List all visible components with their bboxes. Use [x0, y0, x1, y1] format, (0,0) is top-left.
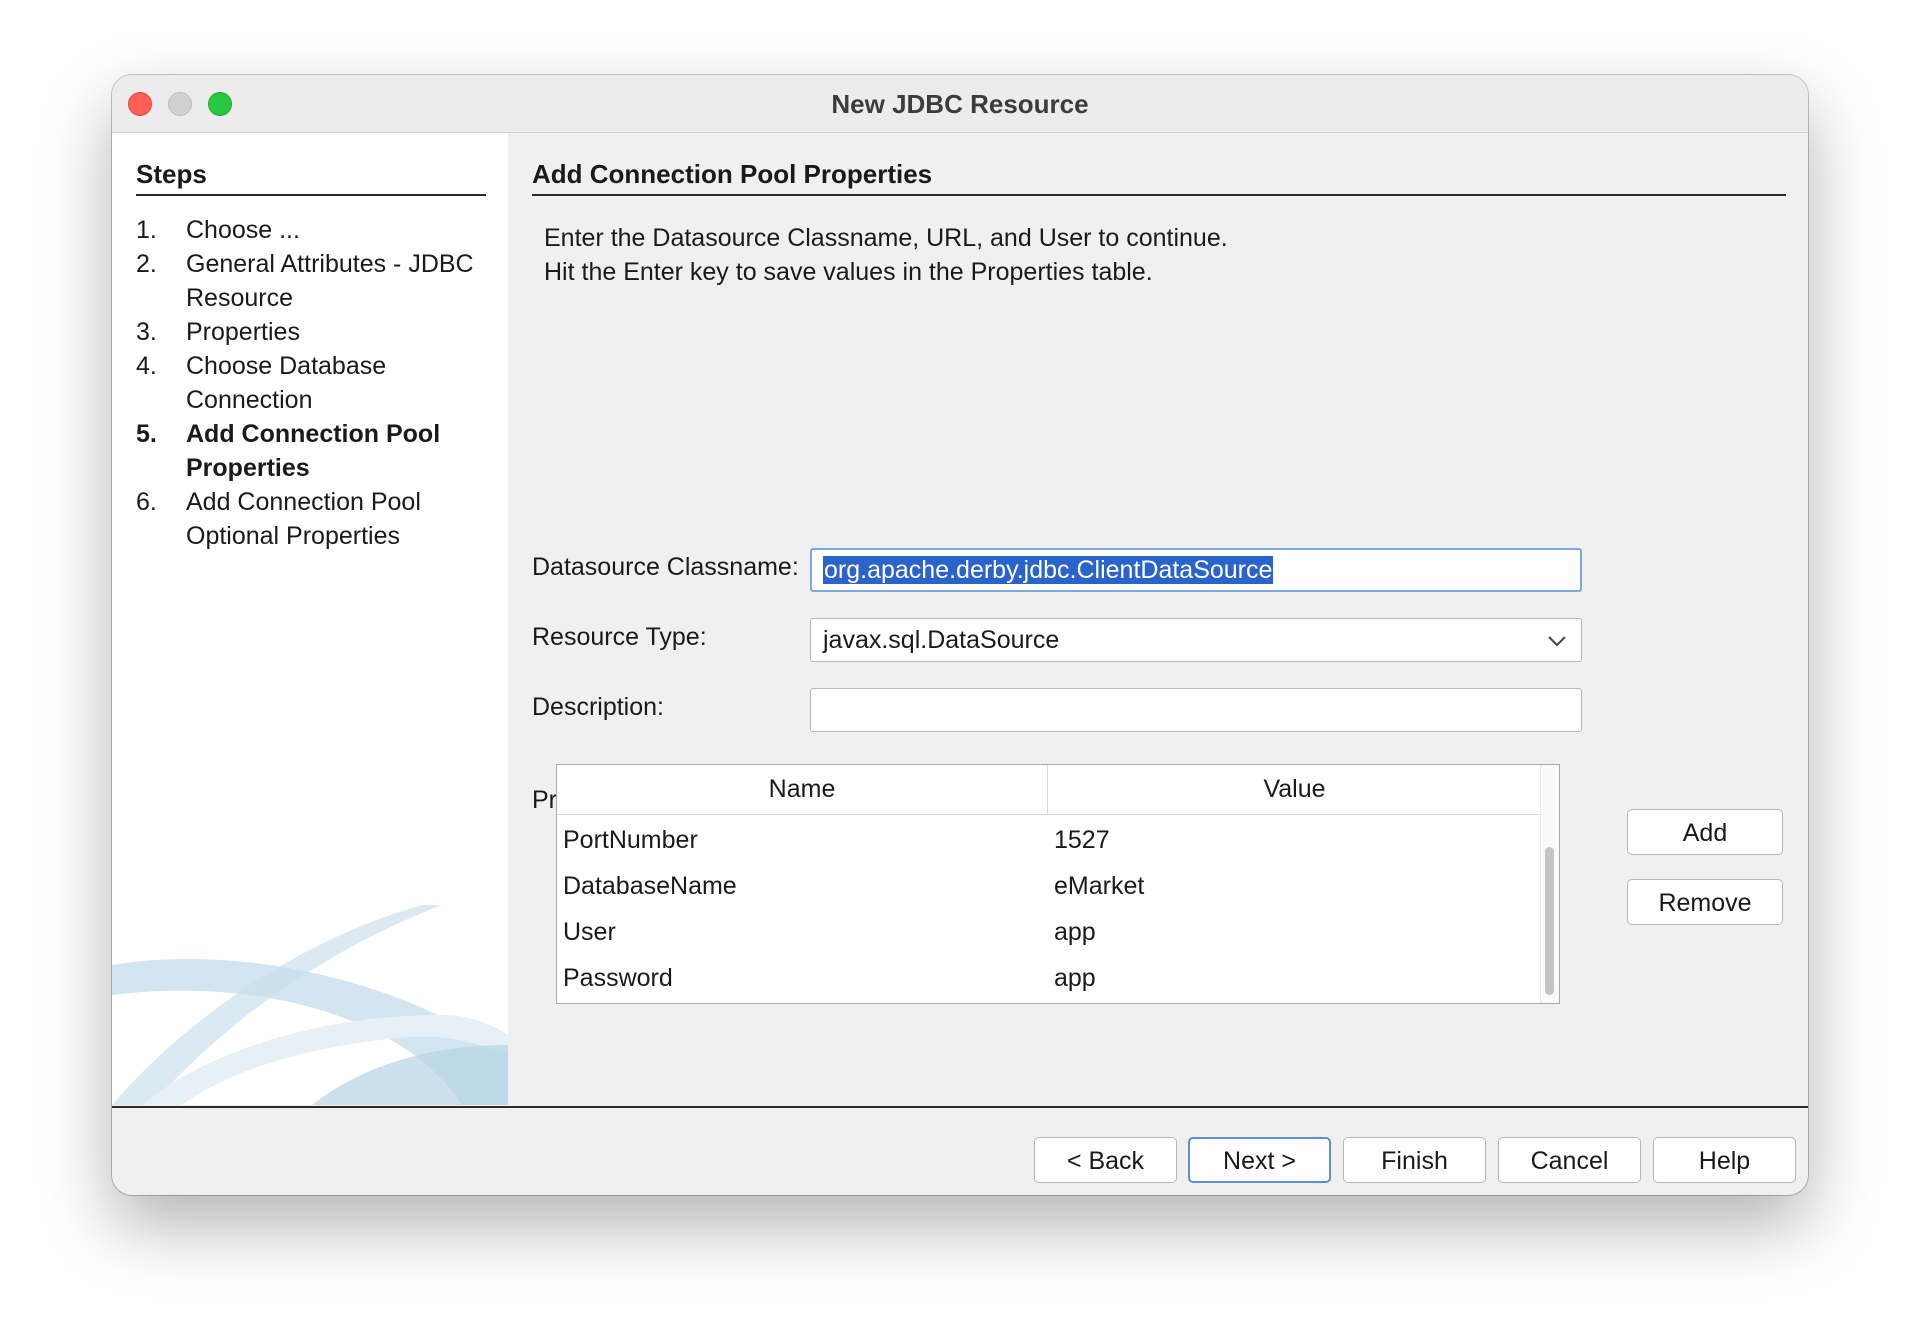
column-header-value[interactable]: Value	[1048, 765, 1541, 814]
cell-name[interactable]: DatabaseName	[563, 863, 737, 909]
window-title: New JDBC Resource	[831, 89, 1089, 119]
cell-value[interactable]: eMarket	[1054, 863, 1144, 909]
steps-header: Steps	[136, 159, 486, 196]
finish-button[interactable]: Finish	[1343, 1137, 1486, 1183]
step-number: 1.	[136, 216, 157, 244]
decorative-swoosh	[112, 905, 508, 1105]
cell-name[interactable]: Password	[563, 955, 673, 1001]
add-property-button[interactable]: Add	[1627, 809, 1783, 855]
description-field[interactable]	[810, 688, 1582, 732]
step-item: 2. General Attributes - JDBC Resource	[136, 247, 496, 315]
datasource-classname-label: Datasource Classname:	[532, 553, 799, 581]
instruction-line-2: Hit the Enter key to save values in the …	[544, 258, 1153, 286]
step-label: Add Connection Pool Properties	[186, 420, 441, 482]
table-row[interactable]: PortNumber 1527	[557, 817, 1541, 863]
step-item-current: 5. Add Connection Pool Properties	[136, 417, 496, 485]
step-label: Choose Database Connection	[186, 352, 387, 414]
step-label: Choose ...	[186, 216, 300, 244]
step-number: 6.	[136, 488, 157, 516]
column-header-name[interactable]: Name	[557, 765, 1048, 814]
dialog-window: New JDBC Resource Steps 1. Choose ... 2.…	[112, 75, 1808, 1195]
help-button[interactable]: Help	[1653, 1137, 1796, 1183]
resource-type-label: Resource Type:	[532, 623, 707, 651]
step-label: Add Connection Pool Optional Properties	[186, 488, 421, 550]
cancel-button[interactable]: Cancel	[1498, 1137, 1641, 1183]
content-title: Add Connection Pool Properties	[532, 159, 1786, 196]
step-number: 4.	[136, 352, 157, 380]
cell-name[interactable]: PortNumber	[563, 817, 698, 863]
table-row[interactable]: DatabaseName eMarket	[557, 863, 1541, 909]
scrollbar-thumb[interactable]	[1545, 847, 1554, 995]
chevron-down-icon	[1548, 636, 1566, 647]
back-button[interactable]: < Back	[1034, 1137, 1177, 1183]
cell-value[interactable]: 1527	[1054, 817, 1110, 863]
steps-list: 1. Choose ... 2. General Attributes - JD…	[136, 213, 496, 553]
resource-type-select[interactable]: javax.sql.DataSource	[810, 618, 1582, 662]
resource-type-value: javax.sql.DataSource	[823, 626, 1060, 654]
step-item: 6. Add Connection Pool Optional Properti…	[136, 485, 496, 553]
content-panel: Add Connection Pool Properties Enter the…	[508, 133, 1808, 1105]
properties-table: Name Value PortNumber 1527 DatabaseName …	[556, 764, 1560, 1004]
step-item: 3. Properties	[136, 315, 496, 349]
step-number: 3.	[136, 318, 157, 346]
step-item: 1. Choose ...	[136, 213, 496, 247]
title-bar: New JDBC Resource	[112, 75, 1808, 133]
table-row[interactable]: Password app	[557, 955, 1541, 1001]
step-number: 5.	[136, 420, 157, 448]
step-item: 4. Choose Database Connection	[136, 349, 496, 417]
table-row[interactable]: User app	[557, 909, 1541, 955]
table-scrollbar[interactable]	[1540, 765, 1559, 1003]
instruction-line-1: Enter the Datasource Classname, URL, and…	[544, 224, 1228, 252]
cell-value[interactable]: app	[1054, 909, 1096, 955]
datasource-classname-field[interactable]: org.apache.derby.jdbc.ClientDataSource	[810, 548, 1582, 592]
table-header: Name Value	[557, 765, 1541, 815]
cell-name[interactable]: User	[563, 909, 616, 955]
step-label: Properties	[186, 318, 300, 346]
next-button[interactable]: Next >	[1188, 1137, 1331, 1183]
footer-divider	[112, 1106, 1808, 1108]
description-label: Description:	[532, 693, 664, 721]
step-number: 2.	[136, 250, 157, 278]
steps-panel: Steps 1. Choose ... 2. General Attribute…	[112, 133, 508, 1105]
remove-property-button[interactable]: Remove	[1627, 879, 1783, 925]
cell-value[interactable]: app	[1054, 955, 1096, 1001]
step-label: General Attributes - JDBC Resource	[186, 250, 474, 312]
datasource-classname-value: org.apache.derby.jdbc.ClientDataSource	[823, 556, 1274, 584]
instructions: Enter the Datasource Classname, URL, and…	[544, 221, 1228, 289]
